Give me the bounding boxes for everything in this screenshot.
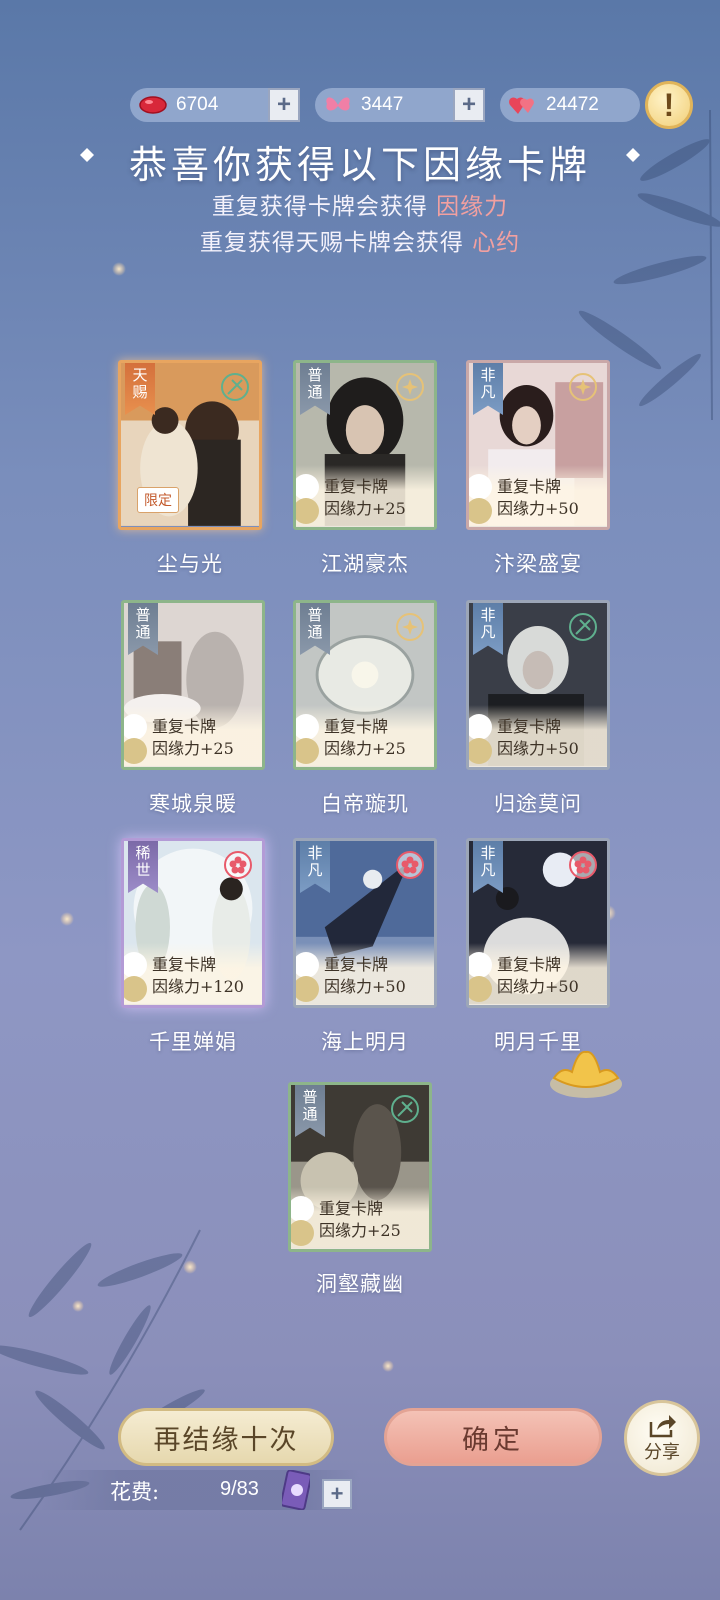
glow-particle	[183, 1260, 197, 1274]
cost-label: 花费:	[110, 1480, 160, 1504]
ticket-icon	[282, 1470, 310, 1510]
plum-flower-icon	[296, 714, 319, 764]
bonus-label: 因缘力+50	[497, 977, 579, 996]
bonus-label: 因缘力+25	[319, 1221, 401, 1240]
card-chen-yu-guang[interactable]: 天赐 限定	[118, 360, 262, 530]
faction-emblem-icon	[391, 1095, 419, 1123]
faction-emblem-icon	[569, 851, 597, 879]
share-label: 分享	[644, 1442, 680, 1463]
bonus-label: 因缘力+120	[152, 977, 244, 996]
butterfly-value: 3447	[361, 94, 404, 115]
glow-particle	[112, 262, 126, 276]
card-name: 归途莫问	[494, 792, 582, 816]
repeat-card-label: 重复卡牌	[152, 717, 217, 736]
hearts-icon	[508, 94, 538, 116]
card-name: 洞壑藏幽	[316, 1272, 404, 1296]
currency-red-bean: 6704 +	[130, 88, 300, 122]
bonus-label: 因缘力+25	[152, 739, 234, 758]
repeat-card-label: 重复卡牌	[497, 955, 562, 974]
red-bean-icon	[138, 94, 168, 116]
glow-particle	[382, 1360, 394, 1372]
card-name: 尘与光	[157, 552, 223, 576]
plum-flower-icon	[124, 952, 147, 1002]
subtitle-repeat-tianci: 重复获得天赐卡牌会获得 心约	[199, 230, 521, 256]
card-dong-he-cang-you[interactable]: 普通 重复卡牌 因缘力+25	[288, 1082, 432, 1252]
currency-hearts: 24472	[500, 88, 640, 122]
repeat-card-label: 重复卡牌	[497, 717, 562, 736]
glow-particle	[60, 912, 74, 926]
card-name: 寒城泉暖	[149, 792, 237, 816]
plum-flower-icon	[469, 714, 492, 764]
card-bian-liang-sheng-yan[interactable]: 非凡 重复卡牌 因缘力+50	[466, 360, 610, 530]
repeat-card-label: 重复卡牌	[152, 955, 217, 974]
bonus-label: 因缘力+50	[324, 977, 406, 996]
card-qian-li-chan-juan[interactable]: 稀世 重复卡牌 因缘力+120	[121, 838, 265, 1008]
card-name: 汴梁盛宴	[494, 552, 582, 576]
diamond-ornament-right	[626, 148, 640, 162]
faction-emblem-icon	[396, 851, 424, 879]
faction-emblem-icon	[221, 373, 249, 401]
glow-particle	[72, 1300, 84, 1312]
card-name: 白帝璇玑	[321, 792, 409, 816]
cost-value: 9/83	[220, 1478, 259, 1500]
card-gui-tu-mo-wen[interactable]: 非凡 重复卡牌 因缘力+50	[466, 600, 610, 770]
card-ming-yue-qian-li[interactable]: 非凡 重复卡牌 因缘力+50	[466, 838, 610, 1008]
faction-emblem-icon	[569, 373, 597, 401]
bonus-label: 因缘力+25	[324, 739, 406, 758]
card-name: 海上明月	[321, 1030, 409, 1054]
card-han-cheng-quan-nuan[interactable]: 普通 重复卡牌 因缘力+25	[121, 600, 265, 770]
add-red-bean-button[interactable]: +	[268, 88, 300, 122]
page-title: 恭喜你获得以下因缘卡牌	[128, 143, 591, 187]
bonus-label: 因缘力+25	[324, 499, 406, 518]
draw-ten-again-button[interactable]: 再结缘十次	[118, 1408, 334, 1466]
limited-badge: 限定	[137, 487, 179, 513]
repeat-card-label: 重复卡牌	[324, 477, 389, 496]
plum-flower-icon	[469, 952, 492, 1002]
repeat-card-label: 重复卡牌	[319, 1199, 384, 1218]
card-name: 江湖豪杰	[321, 552, 409, 576]
currency-butterfly: 3447 +	[315, 88, 485, 122]
cost-bar	[40, 1470, 360, 1510]
plum-flower-icon	[296, 952, 319, 1002]
repeat-card-label: 重复卡牌	[497, 477, 562, 496]
repeat-card-label: 重复卡牌	[324, 955, 389, 974]
hearts-value: 24472	[546, 94, 599, 115]
info-button[interactable]: !	[645, 81, 693, 129]
faction-emblem-icon	[396, 613, 424, 641]
card-name: 千里婵娟	[149, 1030, 237, 1054]
add-butterfly-button[interactable]: +	[453, 88, 485, 122]
highlight-yinyuanli: 因缘力	[436, 194, 509, 220]
faction-emblem-icon	[224, 851, 252, 879]
repeat-card-label: 重复卡牌	[324, 717, 389, 736]
plum-flower-icon	[291, 1196, 314, 1246]
card-hai-shang-ming-yue[interactable]: 非凡 重复卡牌 因缘力+50	[293, 838, 437, 1008]
confirm-button[interactable]: 确定	[384, 1408, 602, 1466]
butterfly-icon	[323, 94, 353, 116]
red-bean-value: 6704	[176, 94, 219, 115]
bonus-label: 因缘力+50	[497, 499, 579, 518]
plum-flower-icon	[124, 714, 147, 764]
faction-emblem-icon	[396, 373, 424, 401]
share-button[interactable]: 分享	[624, 1400, 700, 1476]
share-icon	[649, 1415, 676, 1438]
bonus-label: 因缘力+50	[497, 739, 579, 758]
card-bai-di-xuan-ji[interactable]: 普通 重复卡牌 因缘力+25	[293, 600, 437, 770]
add-ticket-button[interactable]: +	[322, 1479, 352, 1509]
highlight-xinyue: 心约	[472, 230, 521, 256]
gold-ingot-icon	[550, 1050, 622, 1098]
faction-emblem-icon	[569, 613, 597, 641]
card-jiang-hu-hao-jie[interactable]: 普通 重复卡牌 因缘力+25	[293, 360, 437, 530]
plum-flower-icon	[296, 474, 319, 524]
plum-flower-icon	[469, 474, 492, 524]
subtitle-repeat-card: 重复获得卡牌会获得 因缘力	[211, 194, 509, 220]
